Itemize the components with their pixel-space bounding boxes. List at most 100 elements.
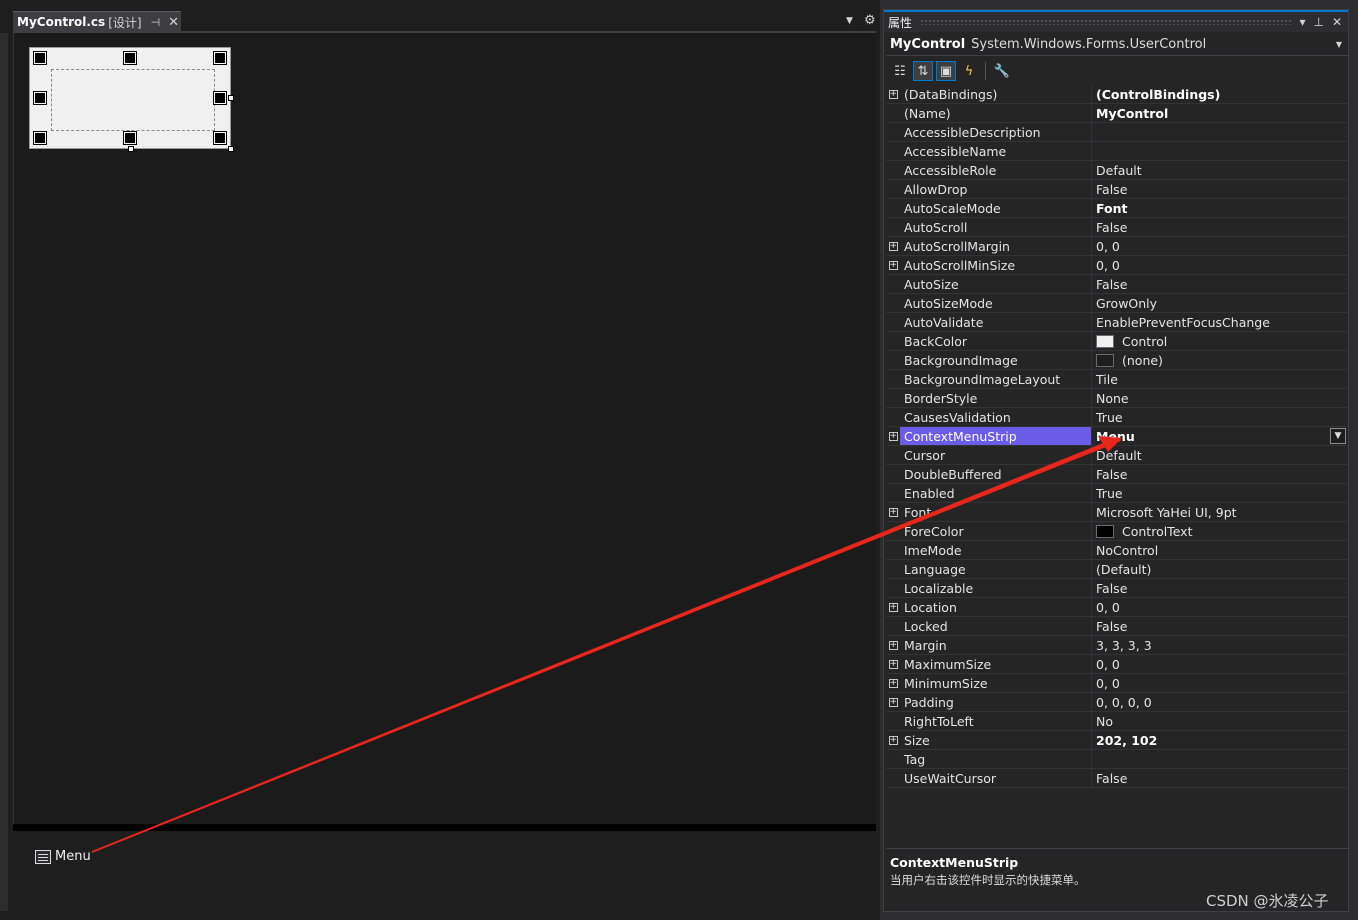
gear-icon[interactable]: ⚙ xyxy=(864,13,876,28)
resize-handle-bottom-left[interactable] xyxy=(33,131,47,145)
property-row[interactable]: AutoScaleMode Font xyxy=(886,199,1348,218)
user-control-preview[interactable] xyxy=(29,47,234,152)
property-row[interactable]: AutoScroll False xyxy=(886,218,1348,237)
property-value[interactable]: None xyxy=(1092,389,1348,407)
property-row[interactable]: + Size 202, 102 xyxy=(886,731,1348,750)
property-value[interactable]: False xyxy=(1092,465,1348,483)
property-row[interactable]: Localizable False xyxy=(886,579,1348,598)
expand-icon[interactable]: + xyxy=(886,237,900,255)
property-row[interactable]: BackgroundImageLayout Tile xyxy=(886,370,1348,389)
close-icon[interactable]: ✕ xyxy=(1332,15,1342,29)
property-value[interactable]: False xyxy=(1092,769,1348,787)
property-value[interactable]: False xyxy=(1092,218,1348,236)
resize-handle-top-right[interactable] xyxy=(213,51,227,65)
property-value[interactable]: ControlText xyxy=(1092,522,1348,540)
expand-icon[interactable]: + xyxy=(886,598,900,616)
resize-handle-bottom-right[interactable] xyxy=(213,131,227,145)
property-value[interactable]: 3, 3, 3, 3 xyxy=(1092,636,1348,654)
property-row[interactable]: + Padding 0, 0, 0, 0 xyxy=(886,693,1348,712)
property-value[interactable]: NoControl xyxy=(1092,541,1348,559)
property-value[interactable]: Menu xyxy=(1092,427,1348,445)
property-value[interactable]: Microsoft YaHei UI, 9pt xyxy=(1092,503,1348,521)
property-value[interactable]: 0, 0 xyxy=(1092,655,1348,673)
resize-handle-top[interactable] xyxy=(123,51,137,65)
alphabetical-icon[interactable]: ⇅ xyxy=(913,61,933,81)
dropdown-button[interactable]: ▼ xyxy=(1330,428,1346,444)
property-value[interactable] xyxy=(1092,123,1348,141)
resize-handle-left[interactable] xyxy=(33,91,47,105)
property-value[interactable]: 202, 102 xyxy=(1092,731,1348,749)
resize-handle-right[interactable] xyxy=(213,91,227,105)
property-value[interactable]: False xyxy=(1092,579,1348,597)
expand-icon[interactable]: + xyxy=(886,503,900,521)
property-row[interactable]: BackColor Control xyxy=(886,332,1348,351)
property-row[interactable]: AutoSize False xyxy=(886,275,1348,294)
property-row[interactable]: AutoSizeMode GrowOnly xyxy=(886,294,1348,313)
property-row[interactable]: AllowDrop False xyxy=(886,180,1348,199)
categorized-icon[interactable]: ☷ xyxy=(890,61,910,81)
property-row[interactable]: + MinimumSize 0, 0 xyxy=(886,674,1348,693)
property-row[interactable]: BackgroundImage (none) xyxy=(886,351,1348,370)
property-value[interactable]: Control xyxy=(1092,332,1348,350)
size-grip-corner[interactable] xyxy=(228,146,234,152)
property-row[interactable]: (Name) MyControl xyxy=(886,104,1348,123)
property-row[interactable]: + Location 0, 0 xyxy=(886,598,1348,617)
property-value[interactable]: False xyxy=(1092,275,1348,293)
property-value[interactable]: No xyxy=(1092,712,1348,730)
events-icon[interactable]: ϟ xyxy=(959,61,979,81)
expand-icon[interactable]: + xyxy=(886,731,900,749)
property-row[interactable]: Language (Default) xyxy=(886,560,1348,579)
property-value[interactable]: Default xyxy=(1092,446,1348,464)
property-value[interactable]: True xyxy=(1092,484,1348,502)
property-value[interactable]: (Default) xyxy=(1092,560,1348,578)
property-row[interactable]: Locked False xyxy=(886,617,1348,636)
property-row[interactable]: + (DataBindings) (ControlBindings) xyxy=(886,85,1348,104)
property-value[interactable]: Font xyxy=(1092,199,1348,217)
properties-icon[interactable]: ▣ xyxy=(936,61,956,81)
resize-handle-bottom[interactable] xyxy=(123,131,137,145)
object-selector[interactable]: MyControl System.Windows.Forms.UserContr… xyxy=(886,34,1348,56)
property-row[interactable]: CausesValidation True xyxy=(886,408,1348,427)
property-row[interactable]: + Margin 3, 3, 3, 3 xyxy=(886,636,1348,655)
pin-icon[interactable]: ⊥ xyxy=(1313,15,1323,29)
pin-icon[interactable]: ⊣ xyxy=(151,16,161,29)
size-grip-right[interactable] xyxy=(228,95,234,101)
property-pages-icon[interactable]: 🔧 xyxy=(992,61,1012,81)
property-value[interactable] xyxy=(1092,142,1348,160)
property-value[interactable]: 0, 0 xyxy=(1092,598,1348,616)
property-value[interactable]: 0, 0, 0, 0 xyxy=(1092,693,1348,711)
property-value[interactable]: (ControlBindings) xyxy=(1092,85,1348,103)
property-row[interactable]: Enabled True xyxy=(886,484,1348,503)
property-value[interactable]: False xyxy=(1092,180,1348,198)
property-row[interactable]: + Font Microsoft YaHei UI, 9pt xyxy=(886,503,1348,522)
expand-icon[interactable]: + xyxy=(886,85,900,103)
resize-handle-top-left[interactable] xyxy=(33,51,47,65)
property-row[interactable]: + AutoScrollMinSize 0, 0 xyxy=(886,256,1348,275)
tab-overflow-icon[interactable]: ▼ xyxy=(846,16,853,26)
expand-icon[interactable]: + xyxy=(886,693,900,711)
property-row[interactable]: Cursor Default xyxy=(886,446,1348,465)
property-value[interactable]: GrowOnly xyxy=(1092,294,1348,312)
property-value[interactable]: 0, 0 xyxy=(1092,237,1348,255)
properties-titlebar[interactable]: 属性 ▾ ⊥ ✕ xyxy=(884,10,1348,32)
property-row[interactable]: + AutoScrollMargin 0, 0 xyxy=(886,237,1348,256)
property-value[interactable]: MyControl xyxy=(1092,104,1348,122)
document-tab[interactable]: MyControl.cs [设计] ⊣ ✕ xyxy=(13,11,181,32)
property-value[interactable]: Tile xyxy=(1092,370,1348,388)
expand-icon[interactable]: + xyxy=(886,674,900,692)
property-row[interactable]: AccessibleDescription xyxy=(886,123,1348,142)
expand-icon[interactable]: + xyxy=(886,256,900,274)
property-row[interactable]: ForeColor ControlText xyxy=(886,522,1348,541)
property-row[interactable]: BorderStyle None xyxy=(886,389,1348,408)
property-row[interactable]: RightToLeft No xyxy=(886,712,1348,731)
property-row[interactable]: Tag xyxy=(886,750,1348,769)
property-value[interactable]: True xyxy=(1092,408,1348,426)
expand-icon[interactable]: + xyxy=(886,427,900,445)
tray-item-menu[interactable]: Menu xyxy=(35,849,91,864)
property-value[interactable]: (none) xyxy=(1092,351,1348,369)
expand-icon[interactable]: + xyxy=(886,636,900,654)
expand-icon[interactable]: + xyxy=(886,655,900,673)
close-icon[interactable]: ✕ xyxy=(168,15,179,30)
property-row[interactable]: AccessibleRole Default xyxy=(886,161,1348,180)
property-row[interactable]: + MaximumSize 0, 0 xyxy=(886,655,1348,674)
